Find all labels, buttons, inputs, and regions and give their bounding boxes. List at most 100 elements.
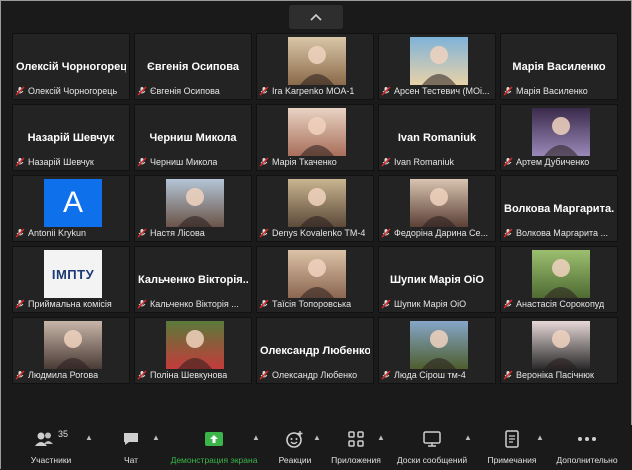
muted-mic-icon (503, 157, 513, 167)
participant-tile[interactable]: Анастасія Сорокопуд (500, 246, 618, 313)
notes-button[interactable]: Примечания (483, 429, 541, 465)
participant-tile[interactable]: Арсен Тестевич (МОі... (378, 33, 496, 100)
participant-tile[interactable]: Ivan Romaniuk Ivan Romaniuk (378, 104, 496, 171)
participant-video-image (288, 250, 346, 298)
participant-label-text: Євгенія Осипова (150, 86, 220, 96)
participant-label: Таїсія Топоровська (259, 298, 351, 310)
muted-mic-icon (15, 299, 25, 309)
participant-tile[interactable]: Люда Сірош тм-4 (378, 317, 496, 384)
participant-label: Ira Karpenko МОА-1 (259, 85, 354, 97)
participant-label-text: Черниш Микола (150, 157, 218, 167)
chat-button[interactable]: Чат (111, 429, 151, 465)
participants-icon (34, 432, 53, 446)
participant-label-text: Олексій Чорногорець (28, 86, 118, 96)
participant-tile[interactable]: Людмила Рогова (12, 317, 130, 384)
participant-tile[interactable]: Федоріна Дарина Се... (378, 175, 496, 242)
muted-mic-icon (381, 370, 391, 380)
participant-name-display: Олексій Чорногорець (16, 61, 126, 73)
participant-label-text: Арсен Тестевич (МОі... (394, 86, 490, 96)
chat-options-caret[interactable]: ▲ (152, 433, 160, 442)
participant-tile[interactable]: Марія Василенко Марія Василенко (500, 33, 618, 100)
participants-button[interactable]: 35 Участники (23, 429, 79, 465)
participant-label: Олексій Чорногорець (15, 85, 117, 97)
participant-label: Євгенія Осипова (137, 85, 220, 97)
participant-name-display: Євгенія Осипова (147, 61, 239, 73)
more-button[interactable]: Дополнительно (551, 429, 623, 465)
participant-label-text: Олександр Любенко (272, 370, 358, 380)
participant-video-image (166, 321, 224, 369)
muted-mic-icon (503, 86, 513, 96)
participant-label-text: Федоріна Дарина Се... (394, 228, 489, 238)
apps-label: Приложения (331, 455, 381, 465)
whiteboards-label: Доски сообщений (396, 455, 468, 465)
notes-label: Примечания (487, 455, 537, 465)
participant-name-display: Ivan Romaniuk (397, 132, 477, 144)
whiteboards-options-caret[interactable]: ▲ (464, 433, 472, 442)
participant-tile[interactable]: Назарій Шевчук Назарій Шевчук (12, 104, 130, 171)
muted-mic-icon (15, 86, 25, 96)
participant-tile[interactable]: Кальченко Вікторія... Кальченко Вікторія … (134, 246, 252, 313)
participant-label: Кальченко Вікторія ... (137, 298, 239, 310)
participant-tile[interactable]: Шупик Марія ОіО Шупик Марія ОіО (378, 246, 496, 313)
share-screen-label: Демонстрация экрана (170, 455, 258, 465)
share-screen-button[interactable]: Демонстрация экрана (167, 429, 261, 465)
participants-options-caret[interactable]: ▲ (85, 433, 93, 442)
participant-tile[interactable]: Таїсія Топоровська (256, 246, 374, 313)
participant-label: Ivan Romaniuk (381, 156, 454, 168)
participant-video-image (288, 37, 346, 85)
participant-tile[interactable]: Denys Kovalenko TM-4 (256, 175, 374, 242)
muted-mic-icon (381, 157, 391, 167)
participant-tile[interactable]: A Antonii Krykun (12, 175, 130, 242)
chat-label: Чат (123, 455, 139, 465)
participant-label: Олександр Любенко (259, 369, 357, 381)
participant-tile[interactable]: Черниш Микола Черниш Микола (134, 104, 252, 171)
share-options-caret[interactable]: ▲ (252, 433, 260, 442)
participant-tile[interactable]: Марія Ткаченко (256, 104, 374, 171)
reactions-options-caret[interactable]: ▲ (313, 433, 321, 442)
muted-mic-icon (259, 86, 269, 96)
participant-name-display: Кальченко Вікторія... (138, 274, 248, 286)
participant-tile[interactable]: ІМПТУ Приймальна комісія (12, 246, 130, 313)
participant-tile[interactable]: Поліна Шевкунова (134, 317, 252, 384)
participant-label: Марія Василенко (503, 85, 588, 97)
participant-label: Марія Ткаченко (259, 156, 337, 168)
participant-video-image (44, 321, 102, 369)
notes-options-caret[interactable]: ▲ (536, 433, 544, 442)
participant-tile[interactable]: Артем Дубиченко (500, 104, 618, 171)
participant-tile[interactable]: Олександр Любенко Олександр Любенко (256, 317, 374, 384)
participant-name-display: Олександр Любенко (260, 345, 370, 357)
participant-label: Приймальна комісія (15, 298, 112, 310)
participant-label-text: Люда Сірош тм-4 (394, 370, 466, 380)
apps-options-caret[interactable]: ▲ (377, 433, 385, 442)
participant-label-text: Назарій Шевчук (28, 157, 94, 167)
participant-video-image (532, 250, 590, 298)
muted-mic-icon (503, 370, 513, 380)
muted-mic-icon (381, 86, 391, 96)
smiley-plus-icon (286, 431, 303, 448)
participant-tile[interactable]: Олексій Чорногорець Олексій Чорногорець (12, 33, 130, 100)
participant-label-text: Ivan Romaniuk (394, 157, 455, 167)
participant-tile[interactable]: Вероніка Пасічнюк (500, 317, 618, 384)
participant-label: Antonii Krykun (15, 227, 86, 239)
apps-button[interactable]: Приложения (328, 429, 384, 465)
participant-tile[interactable]: Волкова Маргарита... Волкова Маргарита ..… (500, 175, 618, 242)
participant-video-image (410, 179, 468, 227)
more-label: Дополнительно (556, 455, 618, 465)
muted-mic-icon (259, 370, 269, 380)
participants-count: 35 (57, 429, 68, 439)
participant-tile[interactable]: Євгенія Осипова Євгенія Осипова (134, 33, 252, 100)
participant-label: Федоріна Дарина Се... (381, 227, 488, 239)
collapse-up-button[interactable] (289, 5, 343, 29)
participant-label: Арсен Тестевич (МОі... (381, 85, 490, 97)
reactions-button[interactable]: Реакции (275, 429, 315, 465)
participant-label: Черниш Микола (137, 156, 217, 168)
whiteboards-button[interactable]: Доски сообщений (393, 429, 471, 465)
university-logo: ІМПТУ (44, 250, 102, 298)
participant-label-text: Марія Василенко (516, 86, 588, 96)
participant-tile[interactable]: Настя Лісова (134, 175, 252, 242)
participant-name-display: Шупик Марія ОіО (390, 274, 484, 286)
muted-mic-icon (137, 157, 147, 167)
participant-tile[interactable]: Ira Karpenko МОА-1 (256, 33, 374, 100)
participant-label-text: Кальченко Вікторія ... (150, 299, 239, 309)
muted-mic-icon (259, 228, 269, 238)
